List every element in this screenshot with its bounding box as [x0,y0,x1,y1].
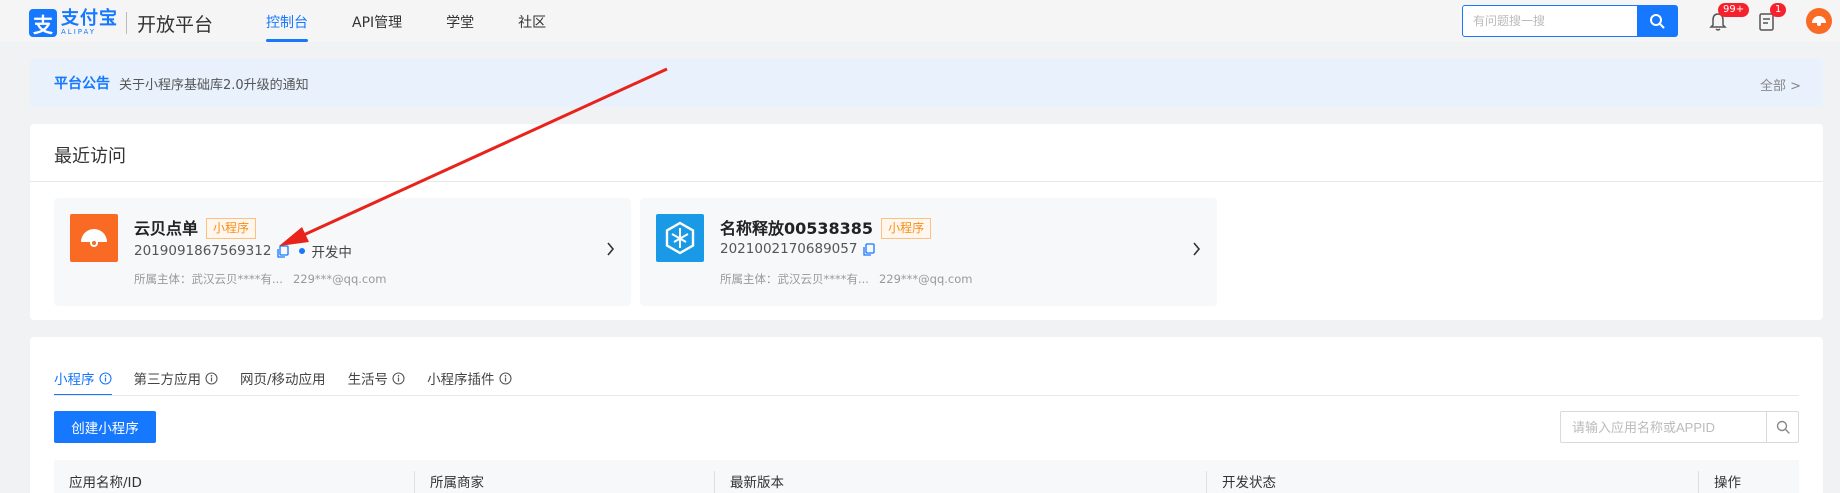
copy-icon[interactable] [277,244,290,258]
tab-life-account[interactable]: 生活号 [348,361,406,395]
tab-third-party-app[interactable]: 第三方应用 [134,361,219,395]
tab-mini-program-plugin[interactable]: 小程序插件 [427,361,512,395]
info-icon[interactable] [205,371,218,385]
platform-notice-bar: 平台公告 关于小程序基础库2.0升级的通知 全部 > [30,59,1823,107]
column-header-name: 应用名称/ID [69,475,142,491]
apps-panel: 小程序 第三方应用 网页/移动应用 生活号 小程序插件 创建小程序 应用名称/I… [30,337,1823,493]
app-search-button[interactable] [1766,412,1798,442]
copy-icon[interactable] [863,242,876,256]
column-header-status: 开发状态 [1206,471,1276,493]
divider [54,395,1799,396]
search-icon [1650,14,1665,29]
tab-label: 第三方应用 [133,372,202,388]
tab-label: 生活号 [347,372,389,388]
notice-link[interactable]: 关于小程序基础库2.0升级的通知 [119,74,309,93]
chevron-right-icon[interactable] [606,242,615,256]
top-navigation-bar: 支 支付宝 ALIPAY 开放平台 控制台 API管理 学堂 社区 99+ 1 [0,0,1840,42]
app-avatar [656,214,704,262]
notice-view-all-link[interactable]: 全部 > [1760,75,1801,94]
fan-logo-icon [81,229,107,247]
alipay-logo-mark: 支 [29,9,57,37]
app-id-row: 2021002170689057 [720,241,876,257]
chevron-right-icon[interactable] [1192,242,1201,256]
notification-button[interactable]: 99+ [1706,3,1750,34]
tab-mini-program[interactable]: 小程序 [54,361,112,396]
app-type-tag: 小程序 [881,218,932,239]
app-id: 2021002170689057 [720,241,858,257]
info-icon[interactable] [392,371,405,385]
nav-console[interactable]: 控制台 [266,12,308,42]
main-nav: 控制台 API管理 学堂 社区 [266,12,590,42]
global-search-input[interactable] [1463,6,1637,36]
recent-app-card[interactable]: 名称释放00538385 小程序 2021002170689057 所属主体：武汉… [640,198,1217,306]
app-owner-entity: 所属主体：武汉云贝****有... [720,272,869,286]
app-status: 开发中 [311,245,352,261]
app-avatar [70,214,118,262]
app-type-tabs: 小程序 第三方应用 网页/移动应用 生活号 小程序插件 [54,361,534,396]
app-name-text: 名称释放00538385 [720,219,874,238]
app-id: 2019091867569312 [134,243,272,259]
app-owner-email: 229***@qq.com [878,272,973,286]
recent-app-card[interactable]: 云贝点单 小程序 2019091867569312 开发中 所属主体：武汉云贝**… [54,198,631,306]
logo-en-text: ALIPAY [61,28,97,36]
logo-cn-text: 支付宝 [61,8,118,29]
app-type-tag: 小程序 [206,218,257,239]
notice-title: 平台公告 [54,76,110,92]
logo-divider [126,12,127,34]
create-mini-program-button[interactable]: 创建小程序 [54,411,156,443]
column-header-version: 最新版本 [714,471,784,493]
alipay-logo[interactable]: 支 支付宝 ALIPAY 开放平台 [29,9,213,37]
global-search [1462,5,1678,37]
search-icon [1776,420,1790,434]
divider [30,181,1823,182]
apps-table-header: 应用名称/ID 所属商家 最新版本 开发状态 操作 [54,460,1799,493]
app-owner: 所属主体：武汉云贝****有... 229***@qq.com [134,271,397,287]
nav-academy[interactable]: 学堂 [446,12,474,42]
task-badge: 1 [1770,3,1787,17]
app-search-input[interactable] [1561,412,1766,442]
tab-label: 网页/移动应用 [240,372,326,388]
tab-label: 小程序插件 [427,372,495,388]
user-avatar[interactable] [1806,8,1832,34]
app-name: 云贝点单 小程序 [134,215,257,239]
info-icon[interactable] [98,371,112,385]
nav-community[interactable]: 社区 [518,12,546,42]
app-id-row: 2019091867569312 开发中 [134,241,352,261]
app-name: 名称释放00538385 小程序 [720,215,932,239]
info-icon[interactable] [499,371,512,385]
global-search-button[interactable] [1637,6,1677,36]
cube-logo-icon [665,221,695,255]
app-owner-entity: 所属主体：武汉云贝****有... [134,272,283,286]
app-search [1560,411,1799,443]
tasks-button[interactable]: 1 [1755,3,1787,34]
nav-api-management[interactable]: API管理 [352,12,402,42]
recent-visits-title: 最近访问 [54,146,126,167]
recent-visits-panel: 最近访问 云贝点单 小程序 2019091867569312 开发中 所属主体：武… [30,124,1823,320]
notification-badge: 99+ [1718,3,1750,17]
column-header-merchant: 所属商家 [414,471,484,493]
tab-label: 小程序 [54,372,95,388]
status-dot [299,248,306,254]
fan-logo-icon [1812,16,1826,26]
app-owner-email: 229***@qq.com [292,272,387,286]
app-owner: 所属主体：武汉云贝****有... 229***@qq.com [720,271,983,287]
alipay-logo-text: 支付宝 ALIPAY [61,10,118,36]
platform-title: 开放平台 [137,13,214,36]
column-header-actions: 操作 [1698,471,1741,493]
app-name-text: 云贝点单 [134,219,199,238]
tab-web-mobile-app[interactable]: 网页/移动应用 [240,361,326,395]
